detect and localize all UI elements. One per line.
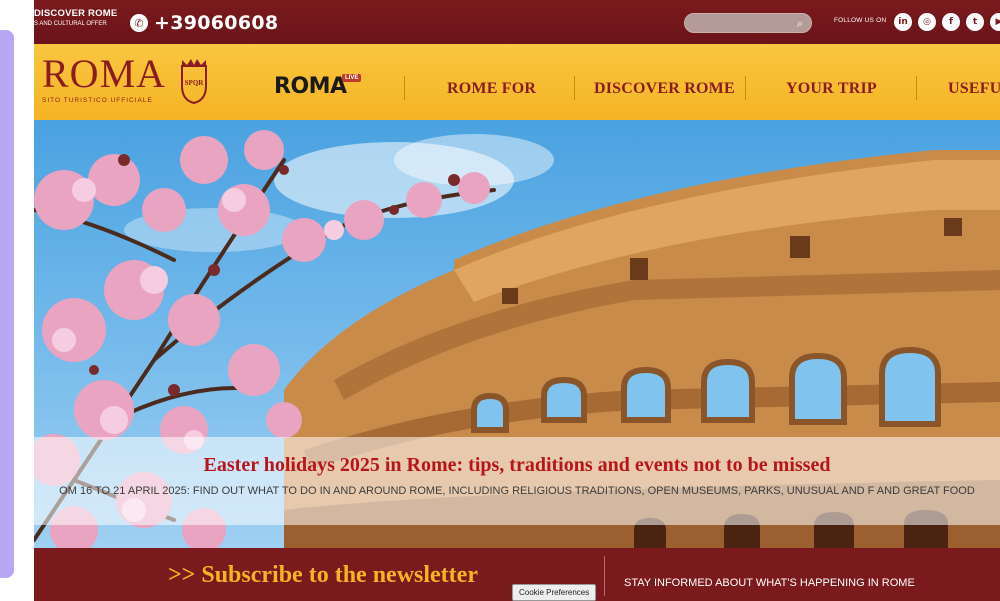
site-logo[interactable]: ROMA SITO TURISTICO UFFICIALE: [42, 51, 167, 105]
top-bar: DISCOVER ROME S AND CULTURAL OFFER ✆ +39…: [34, 0, 1000, 44]
search-icon[interactable]: ⌕: [797, 17, 803, 31]
left-panel: [0, 0, 16, 601]
nav-your-trip[interactable]: YOUR TRIP: [786, 80, 877, 98]
brand-title: DISCOVER ROME: [34, 8, 118, 19]
social-links: in ◎ f t ▶: [894, 13, 1000, 31]
brand-tagline: S AND CULTURAL OFFER: [34, 21, 107, 27]
newsletter-info: STAY INFORMED ABOUT WHAT'S HAPPENING IN …: [624, 577, 915, 589]
website-page: DISCOVER ROME S AND CULTURAL OFFER ✆ +39…: [34, 0, 1000, 601]
nav-divider: [745, 76, 746, 100]
phone-icon: ✆: [130, 14, 148, 32]
logo-subtitle: SITO TURISTICO UFFICIALE: [42, 97, 153, 104]
newsletter-subscribe-link[interactable]: >> Subscribe to the newsletter: [168, 562, 478, 589]
caption-overlay: [34, 437, 1000, 525]
hero-title[interactable]: Easter holidays 2025 in Rome: tips, trad…: [34, 454, 1000, 477]
crest-text: SPQR: [185, 79, 205, 87]
instagram-icon[interactable]: ◎: [918, 13, 936, 31]
newsletter-bar: >> Subscribe to the newsletter STAY INFO…: [34, 548, 1000, 601]
phone-contact[interactable]: ✆ +39060608: [130, 12, 278, 34]
spqr-crest-icon: SPQR: [181, 59, 207, 104]
logo-text: ROMA: [42, 51, 167, 96]
twitter-icon[interactable]: t: [966, 13, 984, 31]
phone-number[interactable]: +39060608: [154, 12, 278, 34]
roma-live-logo[interactable]: ROMA: [274, 74, 347, 99]
newsletter-divider: [604, 556, 605, 596]
nav-divider: [574, 76, 575, 100]
hero-banner[interactable]: Easter holidays 2025 in Rome: tips, trad…: [34, 120, 1000, 548]
topbar-brand[interactable]: DISCOVER ROME S AND CULTURAL OFFER: [34, 9, 117, 29]
side-accent: [0, 30, 14, 578]
nav-discover-rome[interactable]: DISCOVER ROME: [594, 80, 735, 98]
main-navigation: ROMA SITO TURISTICO UFFICIALE SPQR ROMA …: [34, 44, 1000, 120]
nav-divider: [916, 76, 917, 100]
follow-us-label: FOLLOW US ON: [834, 17, 887, 24]
nav-useful[interactable]: USEFU: [948, 80, 1000, 98]
live-badge: LIVE: [342, 74, 362, 82]
nav-rome-for[interactable]: ROME FOR: [447, 80, 536, 98]
linkedin-icon[interactable]: in: [894, 13, 912, 31]
cookie-preferences-button[interactable]: Cookie Preferences: [512, 584, 597, 601]
facebook-icon[interactable]: f: [942, 13, 960, 31]
nav-divider: [404, 76, 405, 100]
youtube-icon[interactable]: ▶: [990, 13, 1000, 31]
hero-subtitle: OM 16 TO 21 APRIL 2025: FIND OUT WHAT TO…: [59, 485, 975, 497]
search-input[interactable]: ⌕: [684, 13, 812, 33]
